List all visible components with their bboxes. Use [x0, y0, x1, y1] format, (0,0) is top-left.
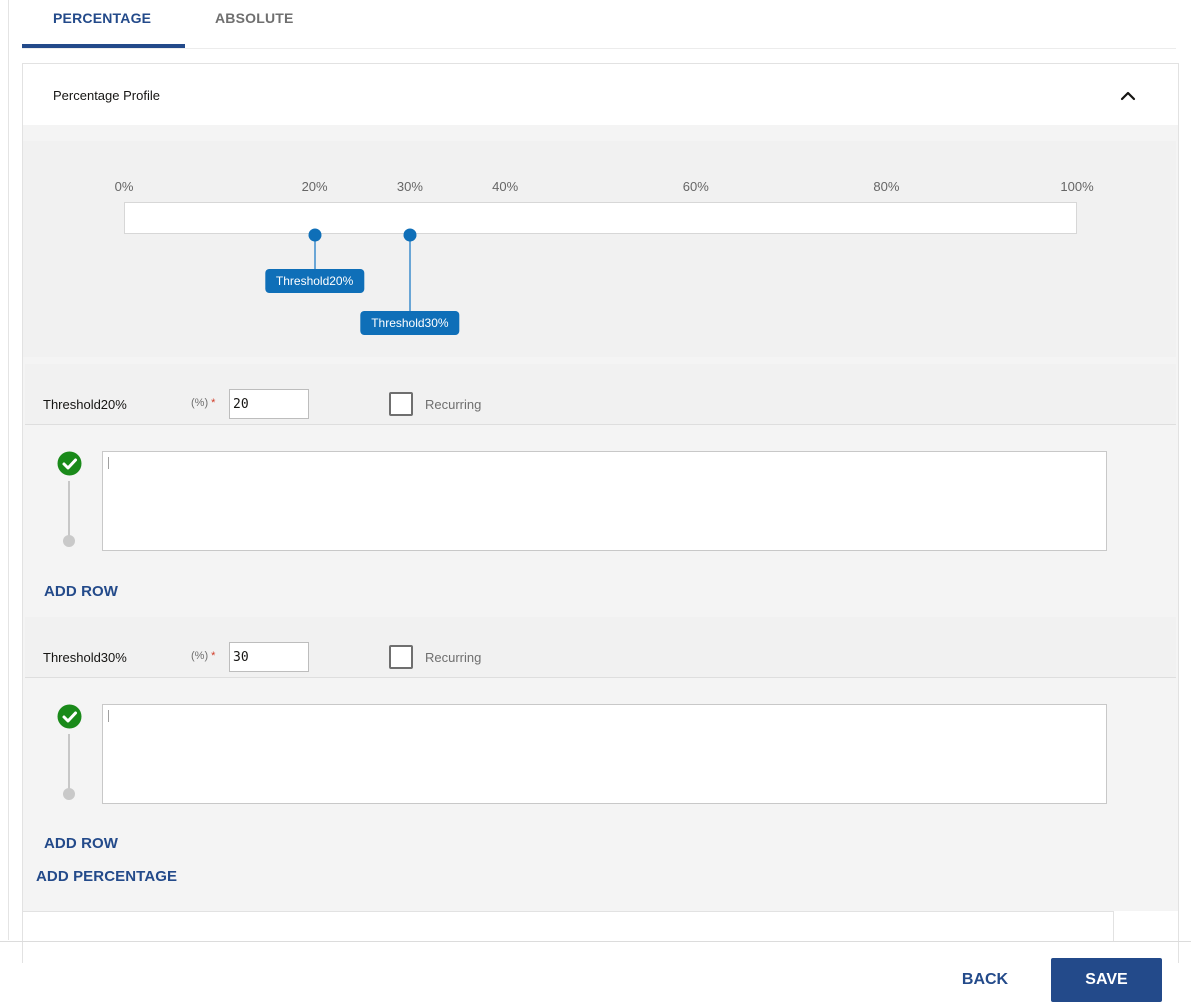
recurring-checkbox[interactable] — [389, 392, 413, 416]
threshold-slider: 0% 20% 30% 40% 60% 80% 100% Threshold20%… — [23, 141, 1176, 357]
rule-connector-line — [68, 481, 70, 539]
rule-connector-line — [68, 734, 70, 792]
required-marker: * — [211, 397, 216, 409]
back-button[interactable]: BACK — [940, 958, 1030, 1002]
percentage-profile-panel: Percentage Profile 0% 20% 30% 40% 60% 80… — [22, 63, 1179, 963]
marker-connector — [408, 235, 411, 311]
panel-body: 0% 20% 30% 40% 60% 80% 100% Threshold20%… — [23, 125, 1178, 911]
text-caret — [108, 710, 109, 722]
threshold-row: Threshold20% (%) * Recurring — [25, 364, 1176, 425]
add-row-button[interactable]: ADD ROW — [44, 835, 118, 852]
threshold-marker-handle[interactable] — [308, 228, 322, 242]
chevron-up-icon[interactable] — [1118, 86, 1138, 106]
tab-percentage[interactable]: PERCENTAGE — [53, 10, 151, 26]
tick-label: 20% — [301, 179, 328, 194]
active-tab-indicator — [22, 44, 185, 48]
tick-label: 0% — [114, 179, 134, 194]
panel-divider — [1113, 911, 1114, 941]
tick-label: 80% — [873, 179, 900, 194]
threshold-marker-label[interactable]: Threshold30% — [360, 311, 460, 335]
threshold-rules — [25, 426, 1176, 556]
threshold-rules — [25, 679, 1176, 809]
page-left-border — [8, 0, 9, 940]
panel-divider — [23, 911, 1114, 912]
threshold-name: Threshold30% — [43, 650, 127, 665]
text-caret — [108, 457, 109, 469]
rule-connector-dot — [63, 535, 75, 547]
tick-label: 60% — [682, 179, 709, 194]
tick-label: 40% — [492, 179, 519, 194]
rule-editor[interactable] — [102, 451, 1107, 551]
check-circle-icon — [57, 704, 82, 729]
threshold-marker-handle[interactable] — [403, 228, 417, 242]
tick-label: 100% — [1060, 179, 1094, 194]
save-button[interactable]: SAVE — [1051, 958, 1162, 1002]
threshold-unit: (%) * — [191, 650, 216, 662]
threshold-row: Threshold30% (%) * Recurring — [25, 617, 1176, 678]
slider-track[interactable] — [124, 202, 1077, 234]
panel-title: Percentage Profile — [53, 88, 160, 103]
footer-divider — [0, 941, 1191, 942]
tick-label: 30% — [396, 179, 423, 194]
recurring-label: Recurring — [425, 397, 482, 412]
recurring-checkbox[interactable] — [389, 645, 413, 669]
tab-absolute[interactable]: ABSOLUTE — [215, 10, 294, 26]
required-marker: * — [211, 650, 216, 662]
tab-bar: PERCENTAGE ABSOLUTE — [22, 0, 1176, 49]
threshold-value-input[interactable] — [229, 642, 309, 672]
add-row-button[interactable]: ADD ROW — [44, 583, 118, 600]
recurring-label: Recurring — [425, 650, 482, 665]
threshold-value-input[interactable] — [229, 389, 309, 419]
check-circle-icon — [57, 451, 82, 476]
rule-connector-dot — [63, 788, 75, 800]
rule-editor[interactable] — [102, 704, 1107, 804]
threshold-name: Threshold20% — [43, 397, 127, 412]
add-percentage-button[interactable]: ADD PERCENTAGE — [36, 868, 177, 885]
threshold-marker-label[interactable]: Threshold20% — [264, 269, 365, 293]
threshold-unit: (%) * — [191, 397, 216, 409]
panel-header[interactable]: Percentage Profile — [23, 64, 1178, 125]
